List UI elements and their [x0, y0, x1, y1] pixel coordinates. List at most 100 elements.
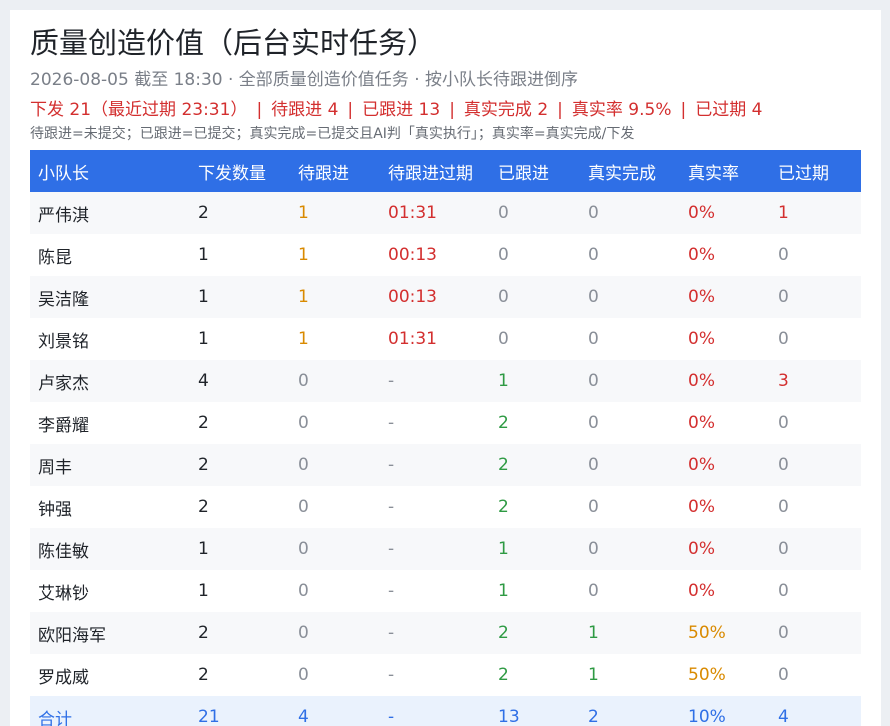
pending-expiry-cell: -	[388, 665, 395, 685]
followed-count-cell: 1	[498, 539, 509, 559]
table-row[interactable]: 陈佳敏 1 0 - 1 0 0% 0	[30, 528, 861, 570]
summary-separator: |	[557, 100, 563, 120]
pending-expiry-cell: 00:13	[388, 245, 437, 265]
pending-expiry-cell: -	[388, 413, 395, 433]
leader-name-cell[interactable]: 周丰	[30, 444, 190, 486]
definition-note: 待跟进=未提交；已跟进=已提交；真实完成=已提交且AI判「真实执行」；真实率=真…	[30, 126, 635, 142]
table-row[interactable]: 吴洁隆 1 1 00:13 0 0 0% 0	[30, 276, 861, 318]
leader-name-cell[interactable]: 刘景铭	[30, 318, 190, 360]
table-row[interactable]: 欧阳海军 2 0 - 2 1 50% 0	[30, 612, 861, 654]
real-done-cell: 0	[588, 581, 599, 601]
leader-name-cell[interactable]: 吴洁隆	[30, 276, 190, 318]
summary-separator: |	[256, 100, 263, 120]
real-done-cell: 0	[588, 245, 599, 265]
total-row: 合计 21 4 - 13 2 10% 4	[30, 696, 861, 726]
issued-count-cell: 1	[198, 581, 209, 601]
col-real-rate[interactable]: 真实率	[680, 150, 770, 192]
leader-name-cell[interactable]: 罗成威	[30, 654, 190, 696]
expired-count-cell: 0	[778, 287, 789, 307]
real-done-cell: 1	[588, 623, 599, 643]
real-done-cell: 0	[588, 371, 599, 391]
issued-count-cell: 2	[198, 455, 209, 475]
summary-real-done: 真实完成 2	[463, 100, 549, 120]
followed-count-cell: 2	[498, 665, 509, 685]
col-pending-expiry[interactable]: 待跟进过期	[380, 150, 490, 192]
table-row[interactable]: 李爵耀 2 0 - 2 0 0% 0	[30, 402, 861, 444]
real-rate-cell: 50%	[688, 623, 726, 643]
table-row[interactable]: 卢家杰 4 0 - 1 0 0% 3	[30, 360, 861, 402]
pending-count-cell: 1	[298, 287, 309, 307]
issued-count-cell: 4	[198, 371, 209, 391]
summary-issued: 下发 21（最近过期 23:31）	[30, 100, 248, 120]
col-expired[interactable]: 已过期	[770, 150, 861, 192]
leader-name-cell[interactable]: 陈佳敏	[30, 528, 190, 570]
pending-expiry-cell: -	[388, 539, 395, 559]
pending-expiry-cell: 01:31	[388, 329, 437, 349]
leader-name-cell[interactable]: 艾琳钞	[30, 570, 190, 612]
table-row[interactable]: 严伟淇 2 1 01:31 0 0 0% 1	[30, 192, 861, 234]
table-row[interactable]: 罗成威 2 0 - 2 1 50% 0	[30, 654, 861, 696]
expired-count-cell: 0	[778, 413, 789, 433]
pending-expiry-cell: -	[388, 623, 395, 643]
expired-count-cell: 0	[778, 245, 789, 265]
real-rate-cell: 0%	[688, 413, 715, 433]
followed-count-cell: 1	[498, 371, 509, 391]
col-followed[interactable]: 已跟进	[490, 150, 580, 192]
leader-table: 小队长 下发数量 待跟进 待跟进过期 已跟进 真实完成 真实率 已过期 严伟淇 2…	[30, 150, 861, 726]
issued-count-cell: 2	[198, 497, 209, 517]
expired-count-cell: 1	[778, 203, 789, 223]
total-pending-expiry-cell: -	[388, 707, 395, 726]
leader-name-cell[interactable]: 严伟淇	[30, 192, 190, 234]
pending-count-cell: 1	[298, 329, 309, 349]
leader-name-cell[interactable]: 钟强	[30, 486, 190, 528]
col-real-done[interactable]: 真实完成	[580, 150, 680, 192]
table-row[interactable]: 艾琳钞 1 0 - 1 0 0% 0	[30, 570, 861, 612]
followed-count-cell: 2	[498, 455, 509, 475]
followed-count-cell: 1	[498, 581, 509, 601]
followed-count-cell: 0	[498, 329, 509, 349]
report-card: 质量创造价值（后台实时任务） 2026-08-05 截至 18:30 · 全部质…	[10, 10, 881, 726]
leader-name-cell[interactable]: 卢家杰	[30, 360, 190, 402]
real-rate-cell: 0%	[688, 455, 715, 475]
pending-count-cell: 0	[298, 581, 309, 601]
followed-count-cell: 2	[498, 623, 509, 643]
total-pending-count-cell: 4	[298, 707, 309, 726]
real-done-cell: 0	[588, 287, 599, 307]
col-pending[interactable]: 待跟进	[290, 150, 380, 192]
page-subtitle: 2026-08-05 截至 18:30 · 全部质量创造价值任务 · 按小队长待…	[30, 70, 579, 90]
real-rate-cell: 0%	[688, 329, 715, 349]
table-row[interactable]: 周丰 2 0 - 2 0 0% 0	[30, 444, 861, 486]
col-leader[interactable]: 小队长	[30, 150, 190, 192]
real-rate-cell: 0%	[688, 497, 715, 517]
summary-line: 下发 21（最近过期 23:31） | 待跟进 4 | 已跟进 13 | 真实完成 2 | 真实…	[30, 98, 762, 122]
summary-expired: 已过期 4	[695, 100, 763, 120]
leader-name-cell[interactable]: 欧阳海军	[30, 612, 190, 654]
expired-count-cell: 0	[778, 455, 789, 475]
table-row[interactable]: 钟强 2 0 - 2 0 0% 0	[30, 486, 861, 528]
table-row[interactable]: 刘景铭 1 1 01:31 0 0 0% 0	[30, 318, 861, 360]
real-done-cell: 0	[588, 497, 599, 517]
leader-name-cell[interactable]: 陈昆	[30, 234, 190, 276]
table-body: 严伟淇 2 1 01:31 0 0 0% 1 陈昆 1 1 00:13 0 0 0% 0 吴洁隆 1 1 00:13 0…	[30, 192, 861, 726]
real-done-cell: 0	[588, 455, 599, 475]
followed-count-cell: 2	[498, 413, 509, 433]
leader-name-cell[interactable]: 李爵耀	[30, 402, 190, 444]
table-row[interactable]: 陈昆 1 1 00:13 0 0 0% 0	[30, 234, 861, 276]
col-issued[interactable]: 下发数量	[190, 150, 290, 192]
pending-count-cell: 0	[298, 497, 309, 517]
pending-expiry-cell: 00:13	[388, 287, 437, 307]
pending-count-cell: 0	[298, 455, 309, 475]
issued-count-cell: 1	[198, 245, 209, 265]
summary-separator: |	[347, 100, 354, 120]
followed-count-cell: 0	[498, 203, 509, 223]
pending-expiry-cell: -	[388, 581, 395, 601]
page-title: 质量创造价值（后台实时任务）	[30, 26, 437, 60]
followed-count-cell: 2	[498, 497, 509, 517]
real-rate-cell: 0%	[688, 581, 715, 601]
pending-count-cell: 0	[298, 371, 309, 391]
issued-count-cell: 2	[198, 413, 209, 433]
real-done-cell: 0	[588, 539, 599, 559]
pending-expiry-cell: -	[388, 455, 395, 475]
real-rate-cell: 0%	[688, 245, 715, 265]
real-done-cell: 1	[588, 665, 599, 685]
